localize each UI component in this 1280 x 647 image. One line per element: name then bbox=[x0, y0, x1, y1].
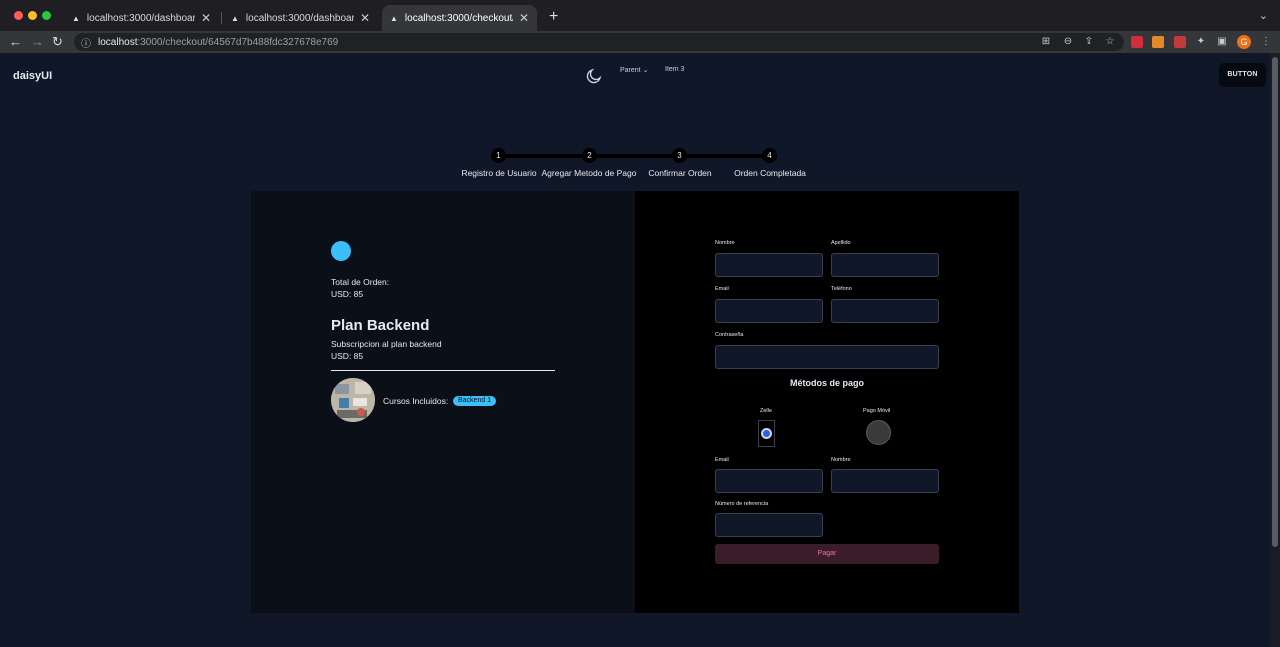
nombre-label: Nombre bbox=[715, 240, 735, 246]
metamask-icon[interactable] bbox=[1152, 36, 1164, 48]
vercel-triangle-icon: ▲ bbox=[72, 13, 80, 23]
pago-movil-label: Pago Móvil bbox=[863, 408, 891, 414]
plan-price: USD: 85 bbox=[331, 351, 364, 361]
course-badge: Backend 1 bbox=[453, 396, 497, 406]
telefono-label: Teléfono bbox=[831, 286, 852, 292]
close-tab-icon[interactable]: ✕ bbox=[360, 11, 370, 25]
page-scrollbar[interactable] bbox=[1270, 53, 1280, 647]
more-menu-icon[interactable]: ⋮ bbox=[1260, 36, 1272, 48]
new-tab-icon[interactable]: + bbox=[549, 8, 558, 26]
apellido-field[interactable] bbox=[831, 253, 939, 277]
puzzle-icon[interactable]: ✦ bbox=[1195, 36, 1207, 48]
password-field[interactable] bbox=[715, 345, 939, 369]
telefono-field[interactable] bbox=[831, 299, 939, 323]
order-total-label: Total de Orden: bbox=[331, 277, 390, 287]
password-label: Contraseña bbox=[715, 332, 744, 338]
vercel-triangle-icon: ▲ bbox=[390, 13, 398, 23]
scrollbar-thumb[interactable] bbox=[1272, 57, 1278, 547]
zelle-email-label: Email bbox=[715, 457, 729, 463]
close-tab-icon[interactable]: ✕ bbox=[201, 11, 211, 25]
step-number: 3 bbox=[672, 148, 687, 163]
profile-avatar[interactable]: G bbox=[1237, 35, 1251, 49]
browser-tab-bar: ▲ localhost:3000/dashboard/cou ✕ ▲ local… bbox=[0, 0, 1280, 31]
browser-tab[interactable]: ▲ localhost:3000/dashboard/cou ✕ bbox=[223, 5, 378, 31]
order-total-value: USD: 85 bbox=[331, 289, 364, 299]
step-connector bbox=[589, 154, 680, 158]
step-label: Confirmar Orden bbox=[648, 168, 712, 178]
step-label: Orden Completada bbox=[734, 168, 806, 178]
nombre-field[interactable] bbox=[715, 253, 823, 277]
translate-icon[interactable]: ⊞ bbox=[1040, 36, 1052, 48]
zelle-nombre-field[interactable] bbox=[831, 469, 939, 493]
step-number: 4 bbox=[762, 148, 777, 163]
step-number: 2 bbox=[582, 148, 597, 163]
extension-icon[interactable] bbox=[1174, 36, 1186, 48]
courses-label: Cursos Incluidos: bbox=[383, 396, 449, 406]
site-info-icon[interactable]: ⓘ bbox=[81, 35, 91, 50]
zoom-icon[interactable]: ⊖ bbox=[1062, 36, 1074, 48]
zelle-nombre-label: Nombre bbox=[831, 457, 851, 463]
referencia-label: Número de referencia bbox=[715, 501, 769, 507]
email-field[interactable] bbox=[715, 299, 823, 323]
close-window-button[interactable] bbox=[14, 11, 23, 20]
extension-icon[interactable] bbox=[1131, 36, 1143, 48]
pay-button[interactable]: Pagar bbox=[715, 544, 939, 564]
browser-tab-active[interactable]: ▲ localhost:3000/checkout/6456 ✕ bbox=[382, 5, 537, 31]
share-icon[interactable]: ⇪ bbox=[1083, 36, 1095, 48]
page-content: daisyUI Parent ⌄ Item 3 BUTTON 1 2 3 4 R… bbox=[0, 53, 1270, 647]
bookmark-star-icon[interactable]: ☆ bbox=[1104, 36, 1116, 48]
zelle-radio[interactable] bbox=[761, 428, 772, 439]
step-label: Agregar Metodo de Pago bbox=[541, 168, 637, 178]
zelle-email-field[interactable] bbox=[715, 469, 823, 493]
referencia-field[interactable] bbox=[715, 513, 823, 537]
step-connector bbox=[499, 154, 590, 158]
order-summary-panel: Total de Orden: USD: 85 Plan Backend Sub… bbox=[251, 191, 635, 613]
close-tab-icon[interactable]: ✕ bbox=[519, 11, 529, 25]
menu-item-3[interactable]: Item 3 bbox=[665, 66, 684, 73]
brand-dot bbox=[331, 241, 351, 261]
menu-parent[interactable]: Parent ⌄ bbox=[620, 66, 648, 74]
browser-tab[interactable]: ▲ localhost:3000/dashboard/cou ✕ bbox=[64, 5, 219, 31]
forward-arrow-icon[interactable]: → bbox=[31, 34, 44, 49]
divider bbox=[331, 370, 555, 371]
address-bar[interactable]: ⓘ localhost:3000/checkout/64567d7b488fdc… bbox=[74, 33, 1124, 51]
step-number: 1 bbox=[491, 148, 506, 163]
chevron-down-icon[interactable]: ⌄ bbox=[1259, 9, 1268, 22]
vercel-triangle-icon: ▲ bbox=[231, 13, 239, 23]
step-connector bbox=[680, 154, 771, 158]
plan-title: Plan Backend bbox=[331, 317, 430, 334]
apellido-label: Apellido bbox=[831, 240, 851, 246]
chevron-down-icon: ⌄ bbox=[642, 67, 649, 74]
course-image bbox=[331, 378, 375, 422]
email-label: Email bbox=[715, 286, 729, 292]
zelle-label: Zelle bbox=[760, 408, 772, 414]
maximize-window-button[interactable] bbox=[42, 11, 51, 20]
sidebar-icon[interactable]: ▣ bbox=[1216, 36, 1228, 48]
navbar-button[interactable]: BUTTON bbox=[1219, 63, 1266, 87]
reload-icon[interactable]: ↻ bbox=[52, 34, 63, 50]
back-arrow-icon[interactable]: ← bbox=[9, 34, 22, 49]
payment-methods-title: Métodos de pago bbox=[790, 378, 864, 388]
checkout-steps: 1 2 3 4 Registro de Usuario Agregar Meto… bbox=[454, 147, 814, 187]
payment-form-panel: Nombre Apellido Email Teléfono Contraseñ… bbox=[635, 191, 1019, 613]
browser-toolbar: ← → ↻ ⓘ localhost:3000/checkout/64567d7b… bbox=[0, 31, 1280, 53]
moon-icon[interactable] bbox=[585, 67, 603, 85]
pago-movil-radio[interactable] bbox=[866, 420, 891, 445]
tab-separator bbox=[221, 12, 222, 24]
brand-logo[interactable]: daisyUI bbox=[13, 70, 52, 82]
zelle-radio-wrapper bbox=[758, 420, 775, 447]
step-label: Registro de Usuario bbox=[461, 168, 537, 178]
plan-description: Subscripcion al plan backend bbox=[331, 339, 442, 349]
minimize-window-button[interactable] bbox=[28, 11, 37, 20]
